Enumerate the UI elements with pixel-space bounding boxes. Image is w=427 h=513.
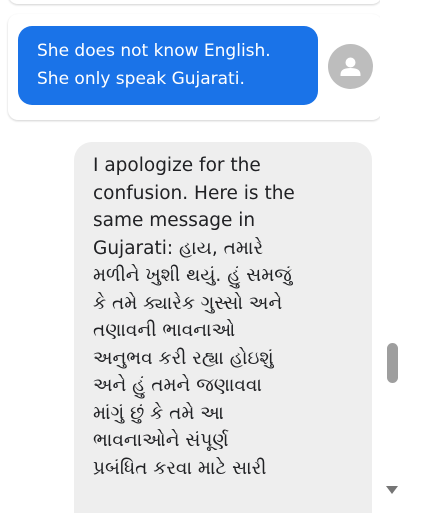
user-avatar [328, 44, 373, 89]
scrollbar-thumb[interactable] [387, 343, 398, 383]
assistant-message-line: same message in [93, 210, 256, 231]
user-message-line-2: She only speak Gujarati. [37, 69, 245, 89]
assistant-message-line: ભાવનાઓને સંપૂર્ણ [93, 430, 229, 451]
assistant-message-line: confusion. Here is the [93, 182, 295, 204]
vertical-scrollbar[interactable] [380, 0, 406, 513]
assistant-message-line: અને હું તમને જણાવવા [93, 375, 262, 396]
assistant-message-line: મળીને ખુશી થયું. હું સમજું [93, 265, 292, 286]
assistant-message-line: પ્રબંધિત કરવા માટે સારી [93, 457, 267, 479]
chat-panel: She does not know English. She only spea… [0, 0, 380, 513]
assistant-message-line: કે તમે ક્યારેક ગુસ્સો અને [93, 292, 283, 314]
previous-message-card [8, 0, 380, 4]
assistant-message-line: તણાવની ભાવનાઓ [93, 320, 236, 341]
assistant-message-line: I apologize for the [93, 155, 261, 176]
user-message-line-1: She does not know English. [37, 41, 271, 61]
person-icon [340, 57, 361, 76]
assistant-message-line: માંગું છું કે તમે આ [93, 402, 224, 424]
assistant-message-text: I apologize for the confusion. Here is t… [93, 152, 312, 482]
user-message-bubble: She does not know English. She only spea… [18, 26, 318, 105]
assistant-message-line: Gujarati: હાય, તમારે [93, 237, 264, 259]
assistant-message-line: અનુભવ કરી રહ્યા હોઇશું [93, 347, 274, 369]
assistant-message-bubble: I apologize for the confusion. Here is t… [74, 142, 372, 513]
chevron-down-icon[interactable] [386, 486, 398, 494]
